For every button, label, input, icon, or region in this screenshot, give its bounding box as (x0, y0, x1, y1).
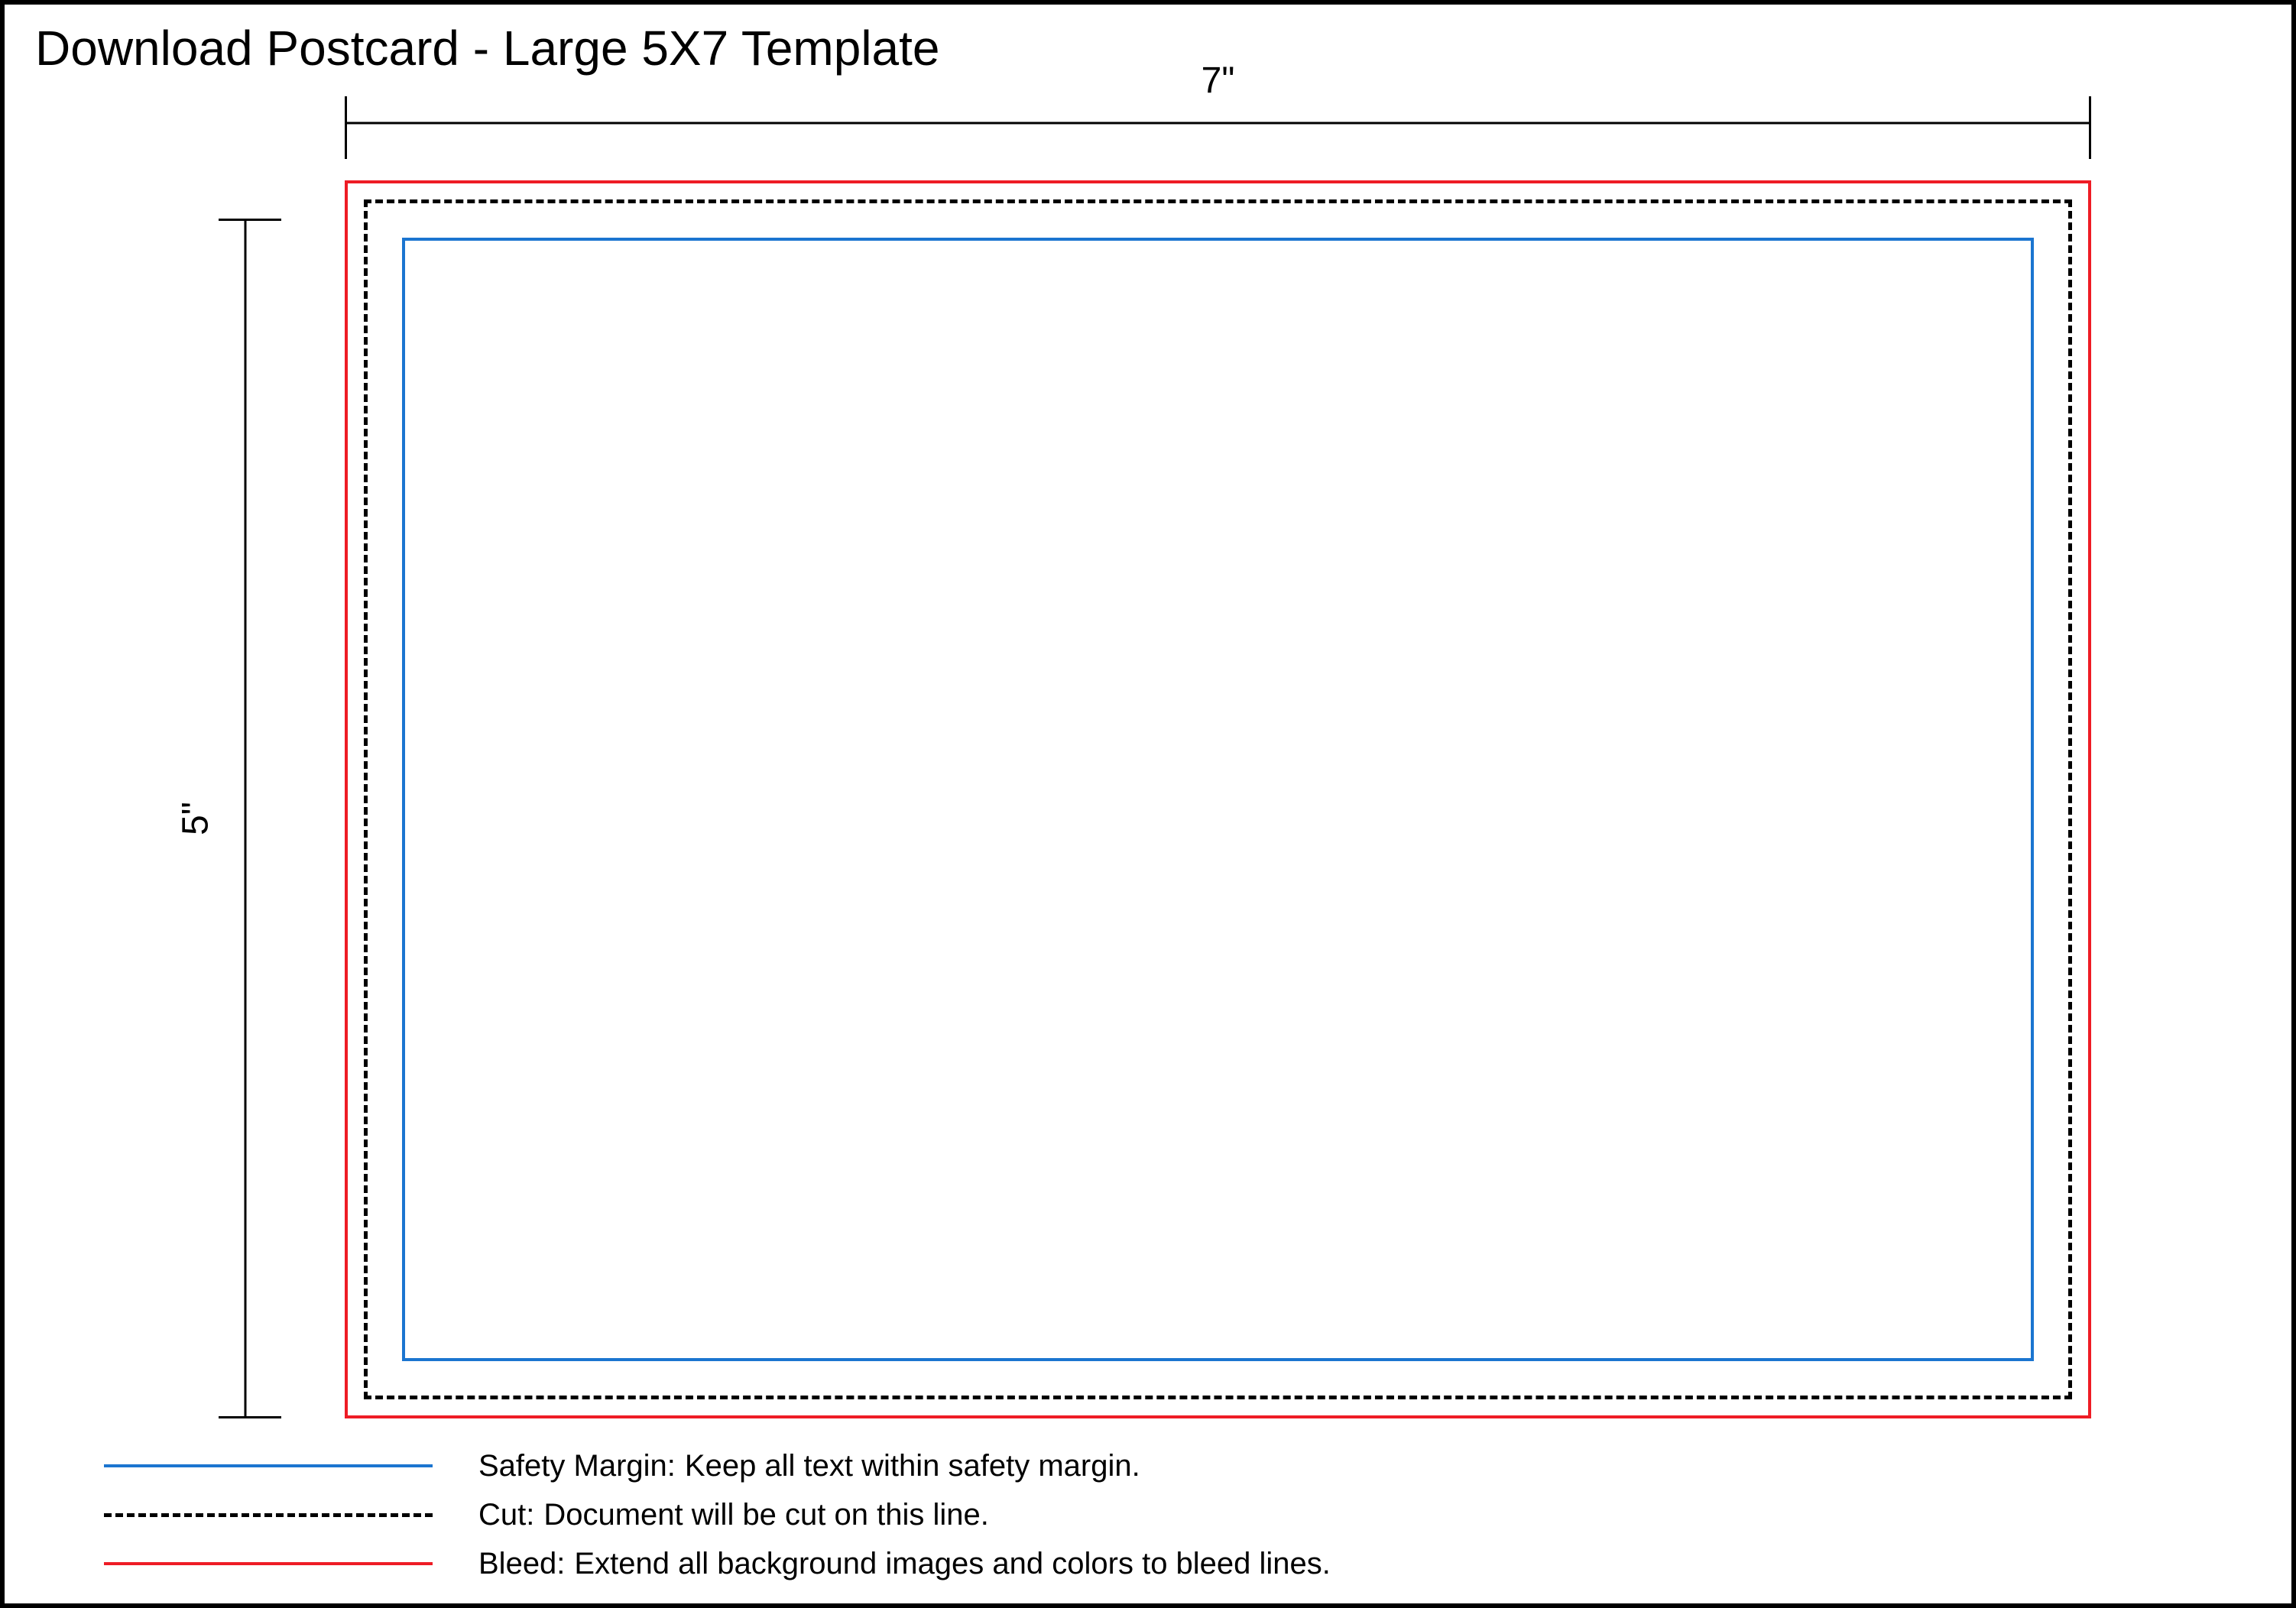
width-dimension-tick-right (2089, 96, 2091, 159)
legend-cut-desc: Document will be cut on this line. (543, 1498, 989, 1532)
safety-rectangle (402, 238, 2034, 1361)
bleed-swatch (104, 1562, 433, 1565)
legend-cut-text: Cut: Document will be cut on this line. (478, 1498, 989, 1532)
height-dimension-tick-top (219, 219, 281, 221)
legend-safety-text: Safety Margin: Keep all text within safet… (478, 1449, 1140, 1483)
page-title: Download Postcard - Large 5X7 Template (35, 20, 940, 76)
template-stage (345, 180, 2091, 1418)
legend-safety-desc: Keep all text within safety margin. (685, 1449, 1140, 1483)
width-dimension-line (345, 122, 2091, 125)
width-dimension-label: 7" (1202, 60, 1235, 102)
height-dimension-label: 5" (174, 802, 216, 835)
width-dimension: 7" (345, 96, 2091, 150)
legend-cut-name: Cut: (478, 1498, 534, 1532)
legend-row-cut: Cut: Document will be cut on this line. (104, 1490, 2168, 1539)
legend-row-bleed: Bleed: Extend all background images and c… (104, 1539, 2168, 1588)
legend-bleed-text: Bleed: Extend all background images and c… (478, 1547, 1331, 1581)
safety-swatch (104, 1464, 433, 1467)
template-page: Download Postcard - Large 5X7 Template 7… (0, 0, 2296, 1608)
height-dimension: 5" (219, 219, 272, 1418)
legend-safety-name: Safety Margin: (478, 1449, 676, 1483)
legend-bleed-desc: Extend all background images and colors … (574, 1547, 1331, 1580)
legend: Safety Margin: Keep all text within safet… (104, 1441, 2168, 1588)
height-dimension-line (245, 219, 247, 1418)
height-dimension-tick-bottom (219, 1416, 281, 1418)
cut-swatch (104, 1513, 433, 1517)
width-dimension-tick-left (345, 96, 347, 159)
legend-row-safety: Safety Margin: Keep all text within safet… (104, 1441, 2168, 1490)
legend-bleed-name: Bleed: (478, 1547, 565, 1580)
